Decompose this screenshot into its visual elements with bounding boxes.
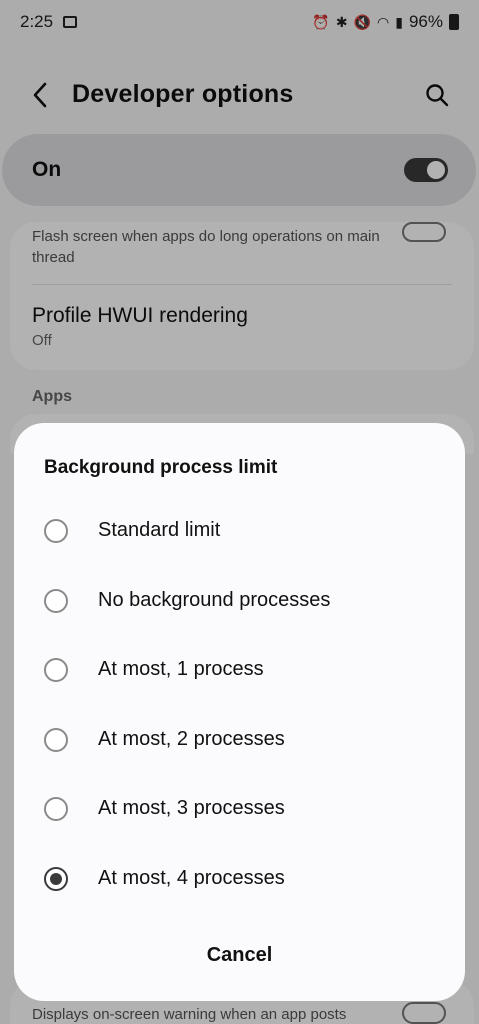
radio-button[interactable] [44,797,68,821]
option-at-most-2[interactable]: At most, 2 processes [14,712,465,768]
option-standard-limit[interactable]: Standard limit [14,503,465,559]
option-label: At most, 2 processes [98,728,285,750]
option-label: At most, 4 processes [98,867,285,889]
radio-button-selected[interactable] [44,867,68,891]
dialog-title: Background process limit [44,457,278,478]
radio-button[interactable] [44,589,68,613]
radio-button[interactable] [44,658,68,682]
cancel-button[interactable]: Cancel [14,931,465,979]
background-process-dialog: Background process limit Standard limit … [14,423,465,1001]
radio-button[interactable] [44,728,68,752]
option-label: At most, 1 process [98,658,264,680]
option-at-most-1[interactable]: At most, 1 process [14,642,465,698]
option-label: At most, 3 processes [98,797,285,819]
option-label: No background processes [98,589,331,611]
option-at-most-3[interactable]: At most, 3 processes [14,781,465,837]
radio-button[interactable] [44,519,68,543]
option-no-background[interactable]: No background processes [14,573,465,629]
option-label: Standard limit [98,519,221,541]
option-at-most-4[interactable]: At most, 4 processes [14,851,465,907]
screen: 2:25 ⏰ ✱ 🔇 ◠ ▮ 96% Developer options On … [0,0,479,1024]
